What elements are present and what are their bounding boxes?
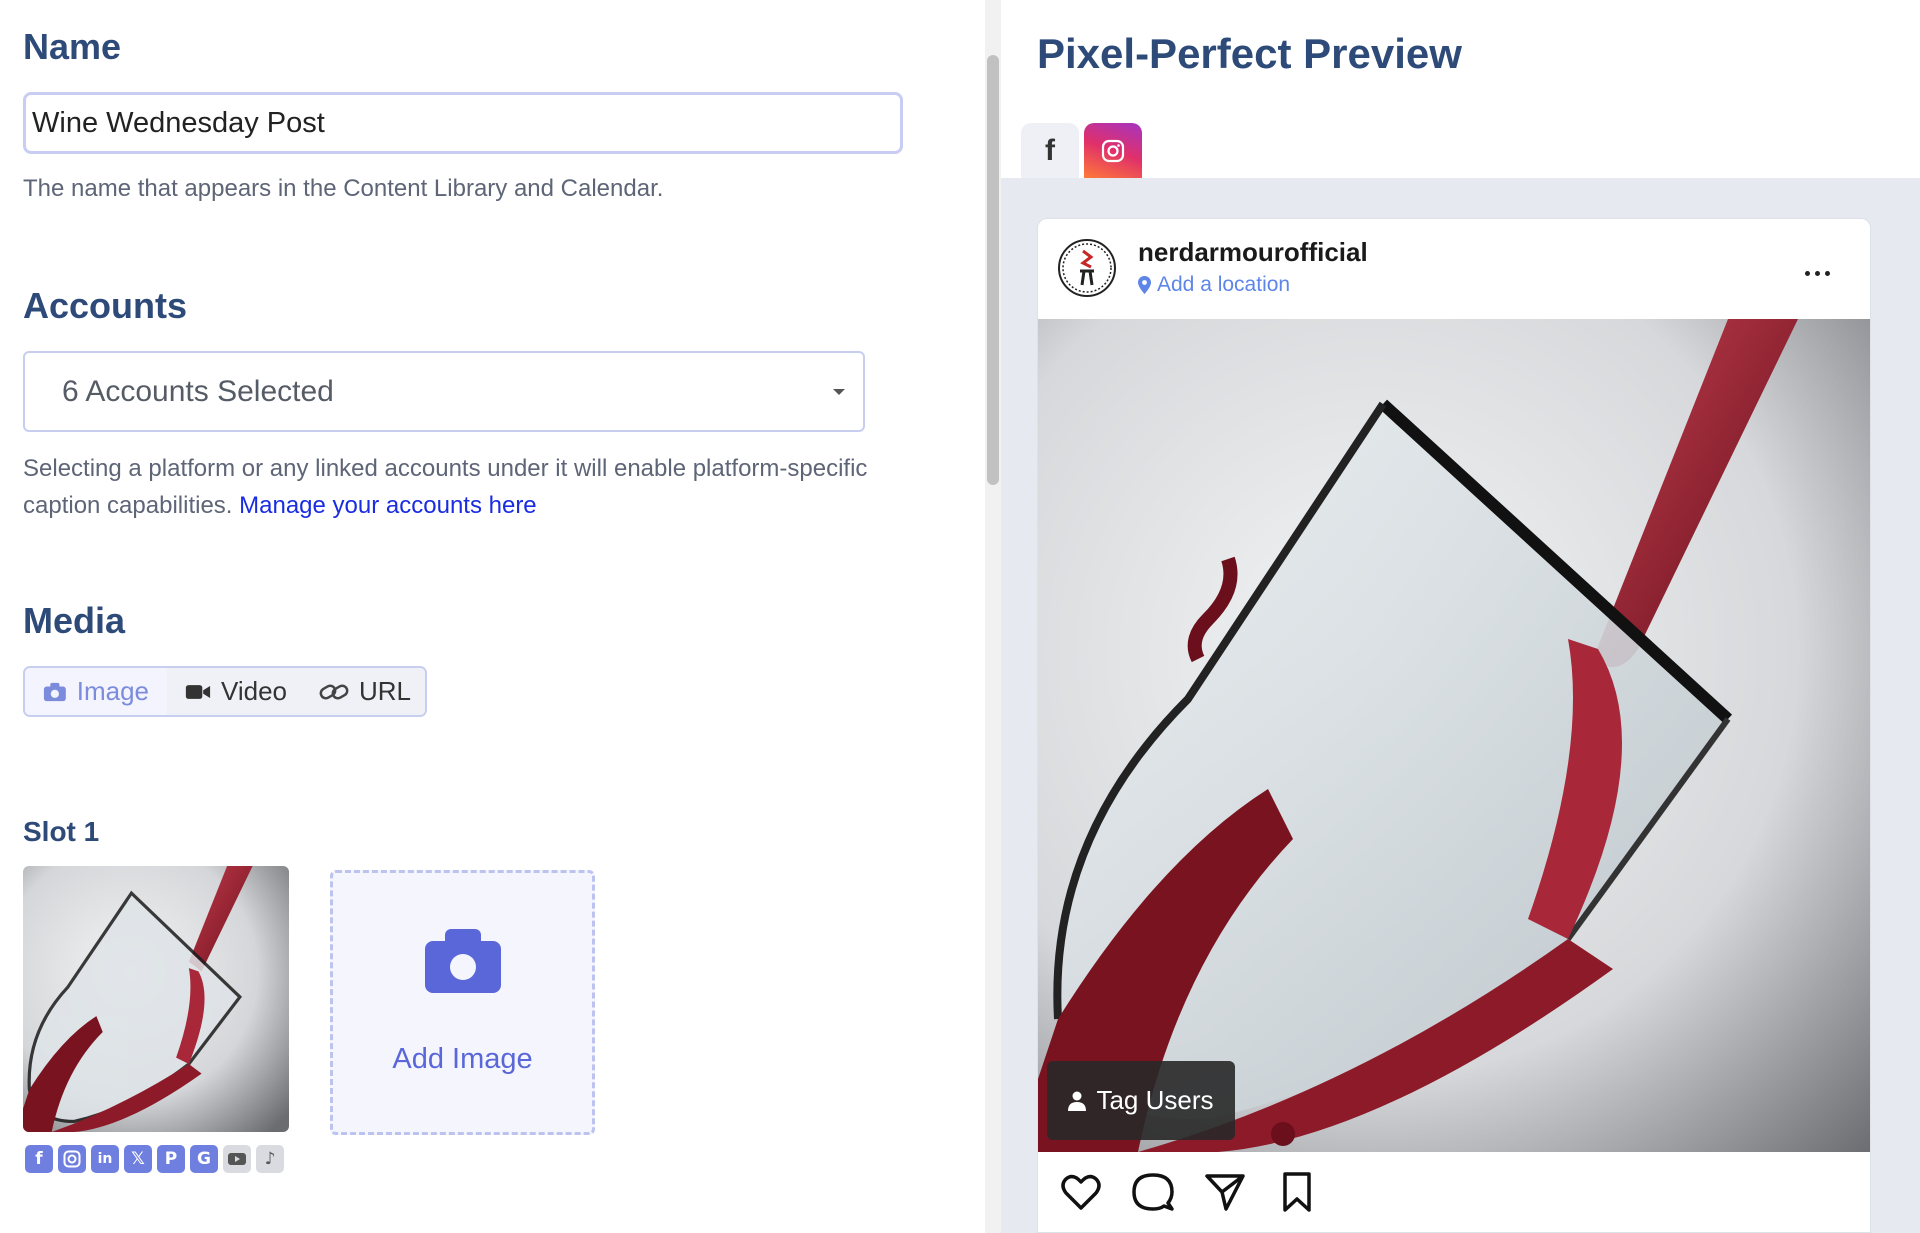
platform-icons: f in 𝕏 P G ♪ (25, 1145, 284, 1173)
user-icon (1068, 1091, 1087, 1111)
add-location-label: Add a location (1157, 273, 1291, 296)
tab-facebook-preview[interactable]: f (1021, 123, 1079, 178)
tag-users-label: Tag Users (1096, 1085, 1214, 1115)
preview-title: Pixel-Perfect Preview (1037, 30, 1462, 77)
name-help-text: The name that appears in the Content Lib… (23, 175, 664, 202)
instagram-post-preview: nerdarmourofficial Add a location Tag Us… (1037, 218, 1871, 1233)
facebook-icon: f (25, 1145, 53, 1173)
slot-label: Slot 1 (23, 816, 100, 847)
instagram-icon (58, 1145, 86, 1173)
linkedin-icon: in (91, 1145, 119, 1173)
tab-video-label: Video (220, 676, 287, 706)
name-heading: Name (23, 26, 122, 67)
camera-icon (425, 929, 501, 993)
add-image-label: Add Image (392, 1043, 533, 1075)
bookmark-icon[interactable] (1276, 1171, 1318, 1213)
add-location-link[interactable]: Add a location (1138, 273, 1290, 297)
scrollbar[interactable] (985, 0, 1001, 1233)
accounts-select-value: 6 Accounts Selected (62, 375, 334, 408)
map-pin-icon (1138, 276, 1151, 294)
post-image: Tag Users (1038, 319, 1870, 1152)
more-options-icon[interactable] (1805, 271, 1830, 276)
x-icon: 𝕏 (124, 1145, 152, 1173)
camera-icon (43, 682, 66, 701)
accounts-select[interactable]: 6 Accounts Selected (23, 351, 865, 432)
heart-icon[interactable] (1060, 1171, 1102, 1213)
media-thumbnail[interactable] (23, 866, 289, 1132)
pinterest-icon: P (157, 1145, 185, 1173)
facebook-icon: f (1045, 133, 1055, 167)
tag-users-button[interactable]: Tag Users (1047, 1061, 1235, 1140)
media-type-tabs: Image Video URL (23, 666, 427, 717)
avatar (1058, 239, 1116, 297)
comment-icon[interactable] (1132, 1171, 1174, 1213)
post-username: nerdarmourofficial (1138, 237, 1368, 267)
add-image-button[interactable]: Add Image (330, 870, 595, 1135)
accounts-help-text: Selecting a platform or any linked accou… (23, 450, 923, 524)
tab-url-label: URL (359, 676, 412, 706)
youtube-icon (223, 1145, 251, 1173)
tab-instagram-preview[interactable] (1084, 123, 1142, 178)
post-actions (1060, 1171, 1318, 1213)
media-heading: Media (23, 600, 126, 641)
preview-panel: Pixel-Perfect Preview f nerdarmouroffici… (1001, 0, 1920, 1233)
tab-image-label: Image (76, 676, 149, 706)
scrollbar-thumb[interactable] (987, 55, 999, 485)
share-icon[interactable] (1204, 1171, 1246, 1213)
name-input[interactable] (23, 92, 903, 154)
link-icon (319, 684, 349, 699)
accounts-heading: Accounts (23, 285, 188, 326)
video-icon (185, 684, 211, 699)
tab-video[interactable]: Video (167, 668, 305, 715)
google-icon: G (190, 1145, 218, 1173)
tiktok-icon: ♪ (256, 1145, 284, 1173)
caret-down-icon (833, 389, 845, 395)
tab-url[interactable]: URL (305, 668, 425, 715)
instagram-icon (1101, 139, 1125, 162)
preview-header: Pixel-Perfect Preview f (1001, 0, 1920, 178)
post-editor-panel: Name The name that appears in the Conten… (0, 0, 985, 1233)
manage-accounts-link[interactable]: Manage your accounts here (239, 492, 537, 519)
tab-image[interactable]: Image (25, 668, 167, 715)
